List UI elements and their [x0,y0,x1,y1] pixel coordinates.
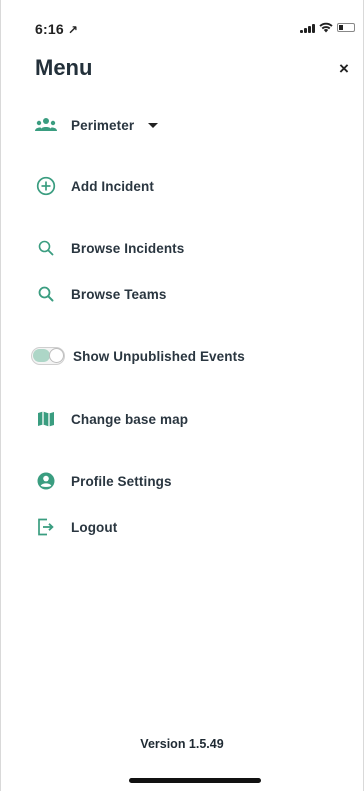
team-icon [35,114,57,136]
menu-item-label: Add Incident [71,178,154,194]
status-time-text: 6:16 [35,21,64,37]
menu-item-add-incident[interactable]: Add Incident [35,173,154,199]
menu-item-label: Browse Incidents [71,240,185,256]
menu-item-label: Show Unpublished Events [73,348,245,364]
menu-item-browse-teams[interactable]: Browse Teams [35,281,167,307]
menu-item-change-base-map[interactable]: Change base map [35,406,188,432]
page-title: Menu [35,55,93,80]
cellular-signal-icon [300,23,315,33]
map-icon [35,408,57,430]
status-bar: 6:16 ↗ [1,0,363,52]
home-indicator[interactable] [129,778,261,783]
menu-item-show-unpublished-events[interactable]: Show Unpublished Events [31,343,245,369]
menu-item-logout[interactable]: Logout [35,514,117,540]
close-button[interactable]: × [331,56,357,82]
add-circle-icon [35,175,57,197]
close-icon: × [339,59,349,78]
app-version: Version 1.5.49 [140,737,224,751]
menu-item-profile-settings[interactable]: Profile Settings [35,468,172,494]
menu-item-label: Logout [71,519,118,535]
battery-icon [337,23,355,32]
search-icon [35,283,57,305]
account-icon [35,470,57,492]
search-icon [35,237,57,259]
menu-item-browse-incidents[interactable]: Browse Incidents [35,235,184,261]
menu-item-label: Change base map [71,411,189,427]
caret-down-icon [148,122,159,128]
toggle-knob [49,348,64,363]
menu-item-label: Browse Teams [71,286,167,302]
location-arrow-icon: ↗ [67,23,79,37]
unpublished-events-toggle[interactable] [31,347,65,365]
menu-screen: 6:16 ↗ Menu × Perimeter Add Incident Bro… [0,0,364,791]
logout-icon [35,516,57,538]
status-time: 6:16 ↗ [35,21,78,37]
team-selector[interactable]: Perimeter [35,112,159,138]
status-icons [300,22,355,33]
wifi-icon [319,22,333,33]
menu-item-label: Profile Settings [71,473,172,489]
team-selector-label: Perimeter [71,117,135,133]
